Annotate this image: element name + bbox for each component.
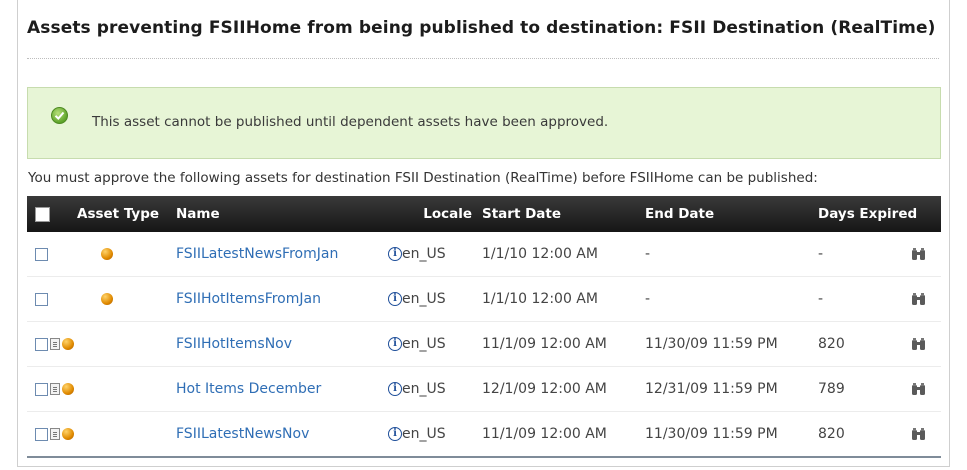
end-date-value: -: [645, 246, 651, 262]
checkmark-icon: [51, 107, 68, 124]
assets-table: Asset Type Name Locale Start Date End Da…: [27, 196, 942, 458]
binoculars-icon[interactable]: [911, 427, 926, 441]
col-locale[interactable]: Locale: [388, 196, 482, 232]
col-end-date[interactable]: End Date: [645, 196, 818, 232]
table-row: FSIILatestNewsNov i en_US 11/1/09 12:00 A…: [27, 412, 942, 457]
binoculars-icon[interactable]: [911, 382, 926, 396]
row-checkbox[interactable]: [35, 337, 48, 351]
document-icon: [50, 428, 60, 440]
row-checkbox[interactable]: [35, 247, 48, 261]
start-date-value: 11/1/09 12:00 AM: [482, 426, 607, 442]
asset-type-icon: [101, 248, 113, 260]
document-icon: [50, 383, 60, 395]
info-icon[interactable]: i: [388, 337, 402, 351]
row-checkbox[interactable]: [35, 292, 48, 306]
asset-name-link[interactable]: FSIIHotItemsFromJan: [176, 291, 321, 307]
end-date-value: -: [645, 291, 651, 307]
table-header: Asset Type Name Locale Start Date End Da…: [27, 196, 942, 232]
asset-type-icon: [62, 338, 74, 350]
row-checkbox[interactable]: [35, 382, 48, 396]
days-expired-value: 820: [818, 426, 845, 442]
info-icon[interactable]: i: [388, 382, 402, 396]
notice-message: This asset cannot be published until dep…: [92, 114, 609, 130]
days-expired-value: 789: [818, 381, 845, 397]
asset-name-link[interactable]: FSIIHotItemsNov: [176, 336, 292, 352]
asset-type-icon: [101, 293, 113, 305]
asset-name-link[interactable]: FSIILatestNewsFromJan: [176, 246, 338, 262]
start-date-value: 1/1/10 12:00 AM: [482, 291, 598, 307]
asset-type-icon: [62, 383, 74, 395]
title-divider: [27, 58, 939, 59]
start-date-value: 1/1/10 12:00 AM: [482, 246, 598, 262]
asset-name-link[interactable]: FSIILatestNewsNov: [176, 426, 309, 442]
start-date-value: 12/1/09 12:00 AM: [482, 381, 607, 397]
binoculars-icon[interactable]: [911, 292, 926, 306]
row-checkbox[interactable]: [35, 427, 48, 441]
panel-title: Assets preventing FSIIHome from being pu…: [27, 18, 936, 38]
col-days-expired[interactable]: Days Expired: [818, 196, 941, 232]
end-date-value: 11/30/09 11:59 PM: [645, 336, 778, 352]
col-start-date[interactable]: Start Date: [482, 196, 645, 232]
notice-box: This asset cannot be published until dep…: [27, 87, 941, 159]
end-date-value: 11/30/09 11:59 PM: [645, 426, 778, 442]
info-icon[interactable]: i: [388, 292, 402, 306]
document-icon: [50, 338, 60, 350]
info-icon[interactable]: i: [388, 247, 402, 261]
days-expired-value: -: [818, 291, 824, 307]
col-name[interactable]: Name: [176, 196, 388, 232]
table-row: FSIILatestNewsFromJan i en_US 1/1/10 12:0…: [27, 232, 942, 277]
days-expired-value: 820: [818, 336, 845, 352]
col-asset-type[interactable]: Asset Type: [77, 196, 176, 232]
select-all-checkbox[interactable]: [35, 206, 50, 222]
locale-value: en_US: [402, 426, 446, 442]
days-expired-value: -: [818, 246, 824, 262]
end-date-value: 12/31/09 11:59 PM: [645, 381, 778, 397]
start-date-value: 11/1/09 12:00 AM: [482, 336, 607, 352]
table-row: FSIIHotItemsNov i en_US 11/1/09 12:00 AM …: [27, 322, 942, 367]
locale-value: en_US: [402, 291, 446, 307]
locale-value: en_US: [402, 246, 446, 262]
table-row: FSIIHotItemsFromJan i en_US 1/1/10 12:00 …: [27, 277, 942, 322]
binoculars-icon[interactable]: [911, 337, 926, 351]
table-row: Hot Items December i en_US 12/1/09 12:00 …: [27, 367, 942, 412]
asset-type-icon: [62, 428, 74, 440]
locale-value: en_US: [402, 381, 446, 397]
binoculars-icon[interactable]: [911, 247, 926, 261]
instructions-text: You must approve the following assets fo…: [28, 170, 818, 186]
info-icon[interactable]: i: [388, 427, 402, 441]
asset-name-link[interactable]: Hot Items December: [176, 381, 321, 397]
locale-value: en_US: [402, 336, 446, 352]
